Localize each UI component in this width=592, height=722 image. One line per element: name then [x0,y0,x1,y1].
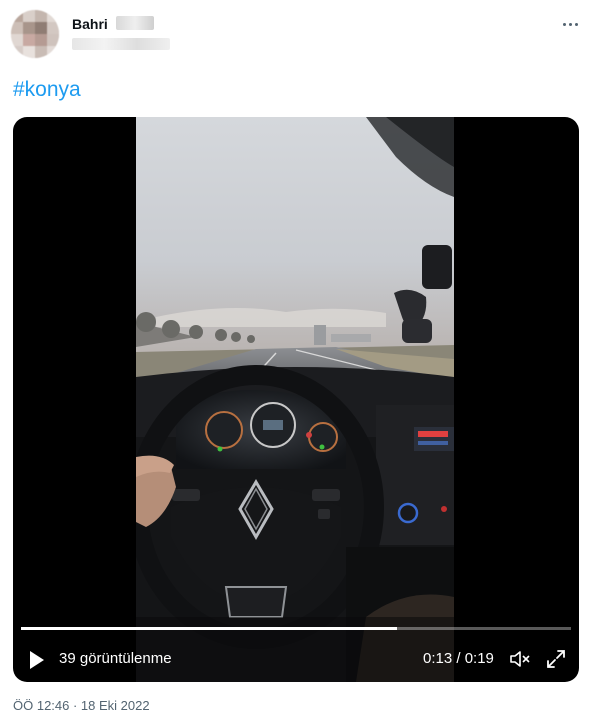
video-time: 0:13 / 0:19 [423,650,494,667]
video-progress-fill [21,627,398,630]
view-count: 39 görüntülenme [59,650,172,667]
driving-scene-image [136,117,454,682]
mute-button[interactable] [509,648,531,670]
video-frame [136,117,454,682]
video-player[interactable]: 39 görüntülenme 0:13 / 0:19 [13,117,579,682]
video-progress-bar[interactable] [21,627,571,630]
author-avatar[interactable] [11,10,59,58]
blurred-name-suffix [116,16,154,30]
tweet-timestamp[interactable]: ÖÖ 12:46 · 18 Eki 2022 [13,698,150,713]
author-name[interactable]: Bahri [72,16,108,32]
hashtag-link[interactable]: #konya [13,78,81,102]
more-dots-icon [562,22,566,26]
play-icon [30,651,44,669]
blurred-author-handle [72,38,170,50]
play-button[interactable] [27,649,47,671]
fullscreen-icon [547,650,565,668]
volume-muted-icon [510,651,530,667]
more-options-button[interactable] [556,14,584,34]
fullscreen-button[interactable] [545,648,567,670]
